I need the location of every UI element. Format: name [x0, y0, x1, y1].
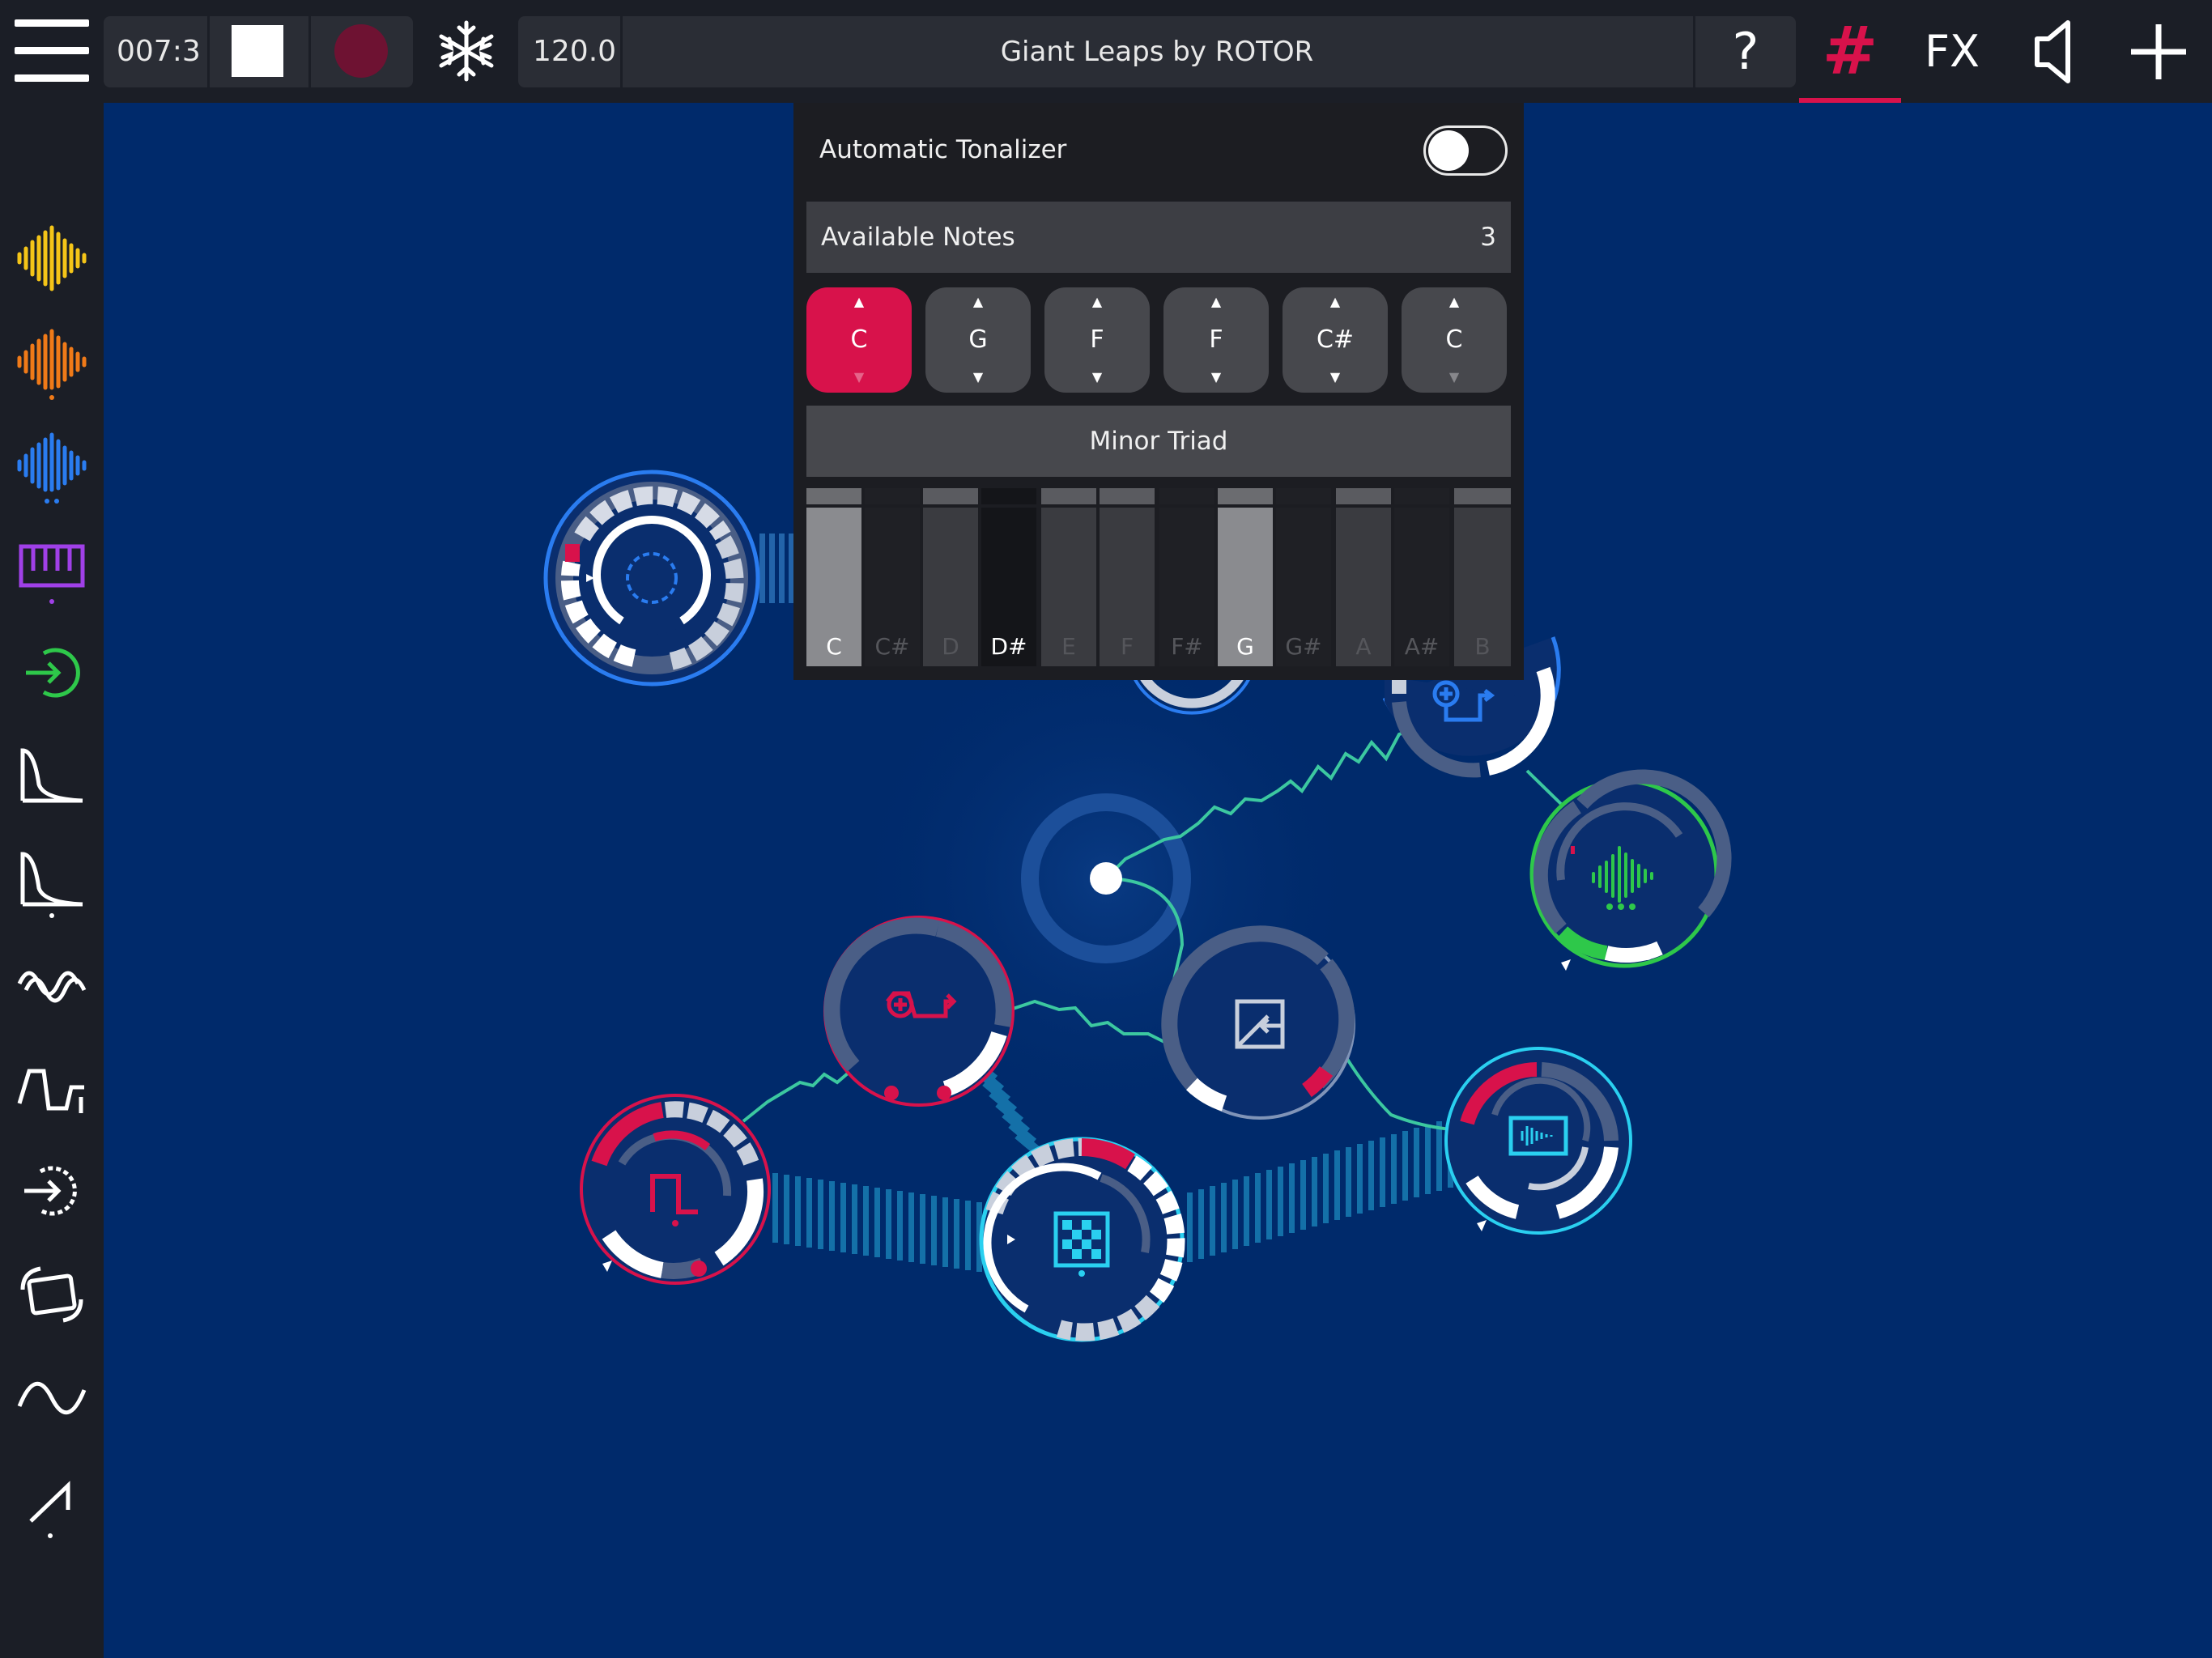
key-f-sharp[interactable]: F#	[1159, 488, 1214, 666]
envelope-trigger-icon[interactable]	[11, 840, 92, 920]
sine-lfo-icon[interactable]	[11, 1358, 92, 1439]
note-down-arrow-icon[interactable]: ▼	[925, 369, 1031, 385]
quantizer-module-red[interactable]	[823, 916, 1015, 1107]
key-d[interactable]: D	[923, 488, 978, 666]
available-notes-row[interactable]: Available Notes 3	[806, 202, 1511, 273]
keyboard-icon[interactable]	[11, 529, 92, 610]
sampler-module-cyan[interactable]	[1444, 1047, 1632, 1235]
key-g[interactable]: G	[1218, 488, 1273, 666]
note-button-2[interactable]: ▲ G ▼	[925, 287, 1031, 393]
available-notes-count: 3	[1480, 223, 1496, 252]
step-sequencer-icon[interactable]	[11, 1047, 92, 1128]
fx-button[interactable]: FX	[1901, 0, 2003, 103]
slew-module[interactable]	[1161, 925, 1355, 1120]
note-button-6[interactable]: ▲ C ▼	[1402, 287, 1507, 393]
tonalizer-tab[interactable]: #	[1799, 0, 1901, 103]
note-button-1[interactable]: ▲ C ▼	[806, 287, 912, 393]
add-module-icon[interactable]	[2105, 0, 2212, 103]
sample-blue-icon[interactable]	[11, 425, 92, 506]
tonalizer-panel: Automatic Tonalizer Available Notes 3 ▲ …	[793, 103, 1524, 680]
song-title[interactable]: Giant Leaps by ROTOR	[623, 16, 1691, 87]
freeze-icon[interactable]	[433, 18, 500, 84]
toggle-knob	[1428, 130, 1469, 171]
sample-orange-icon[interactable]	[11, 321, 92, 402]
note-down-arrow-icon[interactable]: ▼	[806, 369, 912, 385]
note-keyboard: C C# D D# E F F# G G# A A# B	[806, 488, 1511, 666]
note-down-arrow-icon[interactable]: ▼	[1402, 369, 1507, 385]
scale-name: Minor Triad	[1089, 427, 1228, 456]
sample-module-green[interactable]	[1529, 769, 1732, 971]
help-button[interactable]: ?	[1695, 16, 1796, 87]
grid-sequencer-module[interactable]	[979, 1137, 1185, 1342]
available-notes-label: Available Notes	[821, 223, 1015, 252]
scale-selector[interactable]: Minor Triad	[806, 406, 1511, 477]
automatic-tonalizer-toggle[interactable]	[1423, 125, 1508, 176]
envelope-icon[interactable]	[11, 736, 92, 817]
note-button-4[interactable]: ▲ F ▼	[1163, 287, 1269, 393]
key-d-sharp[interactable]: D#	[981, 488, 1036, 666]
song-position: 007:3	[117, 35, 201, 68]
ramp-icon[interactable]	[11, 1461, 92, 1542]
key-e[interactable]: E	[1041, 488, 1096, 666]
note-button-3[interactable]: ▲ F ▼	[1044, 287, 1150, 393]
note-down-arrow-icon[interactable]: ▼	[1283, 369, 1388, 385]
record-button[interactable]	[334, 24, 388, 78]
lfo-wave-icon[interactable]	[11, 943, 92, 1024]
key-g-sharp[interactable]: G#	[1276, 488, 1331, 666]
key-b[interactable]: B	[1454, 488, 1511, 666]
tempo-display[interactable]: 120.0	[533, 16, 616, 87]
hub-center-dot	[1090, 862, 1122, 895]
oscillator-module-red[interactable]	[580, 1094, 771, 1285]
key-a[interactable]: A	[1336, 488, 1391, 666]
key-c-sharp[interactable]: C#	[865, 488, 920, 666]
key-c[interactable]: C	[806, 488, 861, 666]
note-button-5[interactable]: ▲ C# ▼	[1283, 287, 1388, 393]
key-f[interactable]: F	[1100, 488, 1155, 666]
top-bar: 007:3 120.0 Giant Leaps by ROTOR ? # FX	[0, 0, 2212, 103]
note-down-arrow-icon[interactable]: ▼	[1163, 369, 1269, 385]
sample-yellow-icon[interactable]	[11, 218, 92, 299]
key-a-sharp[interactable]: A#	[1394, 488, 1449, 666]
note-down-arrow-icon[interactable]: ▼	[1044, 369, 1150, 385]
speaker-icon[interactable]	[2003, 0, 2105, 103]
stop-button[interactable]	[232, 25, 283, 77]
module-sidebar	[0, 103, 104, 1658]
sample-module-blue[interactable]	[543, 470, 760, 687]
hamburger-menu-icon[interactable]	[15, 19, 89, 83]
midi-input-icon[interactable]	[11, 1150, 92, 1231]
automatic-tonalizer-label: Automatic Tonalizer	[819, 135, 1067, 164]
audio-input-icon[interactable]	[11, 632, 92, 713]
tempo-title-bar: 120.0 Giant Leaps by ROTOR ?	[518, 16, 1796, 87]
device-motion-icon[interactable]	[11, 1254, 92, 1335]
